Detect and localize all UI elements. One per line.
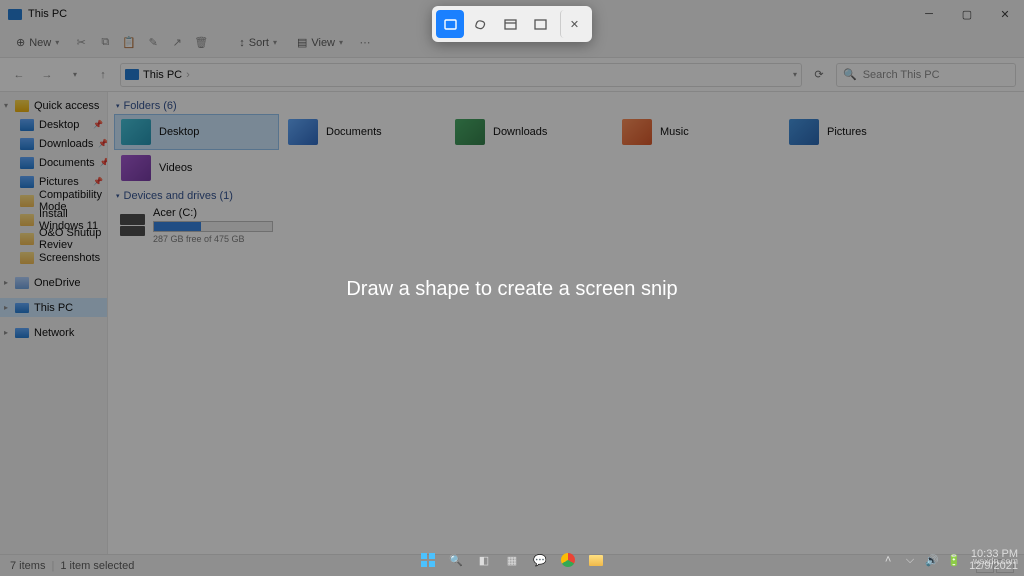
explorer-button[interactable] bbox=[585, 549, 607, 571]
taskview-button[interactable]: ◧ bbox=[473, 549, 495, 571]
freeform-snip-button[interactable] bbox=[466, 10, 494, 38]
snip-hint-text: Draw a shape to create a screen snip bbox=[0, 278, 1024, 301]
battery-icon[interactable]: 🔋 bbox=[947, 553, 961, 567]
snip-close-button[interactable]: ✕ bbox=[560, 10, 588, 38]
fullscreen-snip-button[interactable] bbox=[526, 10, 554, 38]
tray-chevron-icon[interactable]: ˄ bbox=[881, 553, 895, 567]
widgets-button[interactable]: ▦ bbox=[501, 549, 523, 571]
start-button[interactable] bbox=[417, 549, 439, 571]
taskbar: 🔍 ◧ ▦ 💬 bbox=[0, 544, 1024, 576]
wifi-icon[interactable]: ⌵ bbox=[903, 553, 917, 567]
volume-icon[interactable]: 🔊 bbox=[925, 553, 939, 567]
watermark: wsxdn.com bbox=[973, 556, 1018, 566]
snipping-toolbar: ✕ bbox=[432, 6, 592, 42]
window-snip-button[interactable] bbox=[496, 10, 524, 38]
chat-button[interactable]: 💬 bbox=[529, 549, 551, 571]
rectangular-snip-button[interactable] bbox=[436, 10, 464, 38]
chrome-button[interactable] bbox=[557, 549, 579, 571]
search-button[interactable]: 🔍 bbox=[445, 549, 467, 571]
